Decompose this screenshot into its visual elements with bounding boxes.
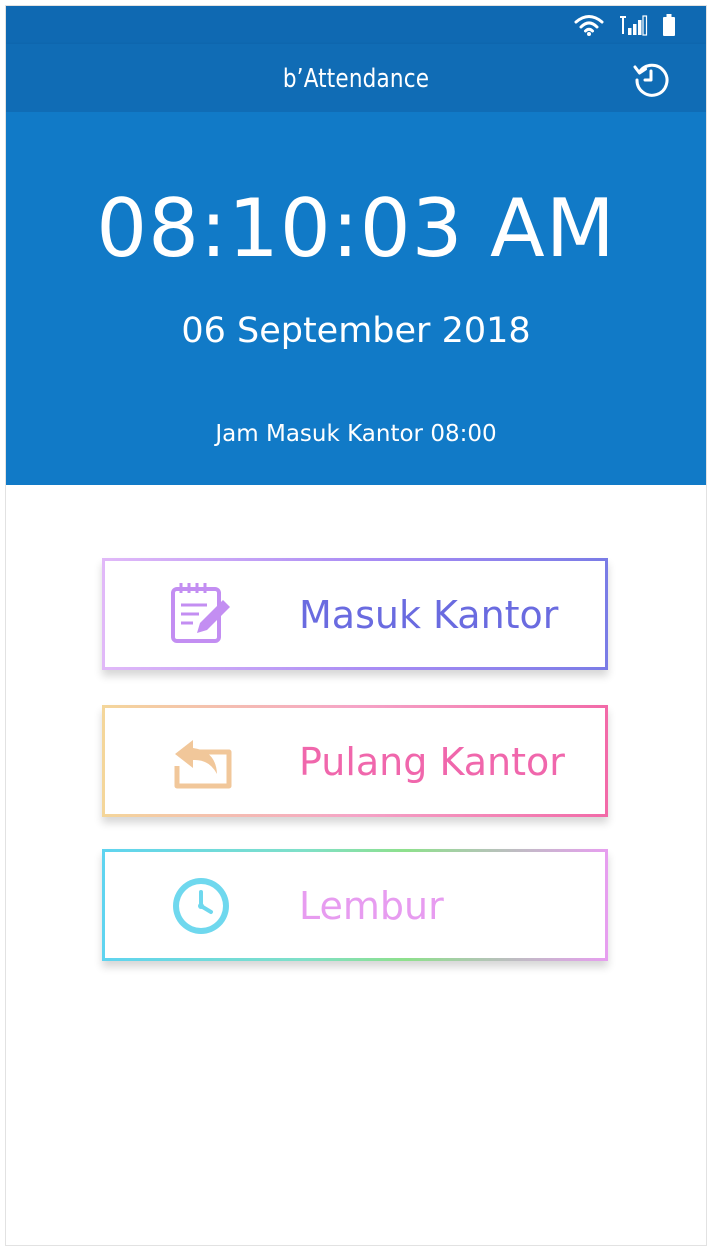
overtime-button[interactable]: Lembur	[102, 849, 608, 961]
check-out-button[interactable]: Pulang Kantor	[102, 705, 608, 817]
app-bar: b’Attendance	[6, 44, 706, 112]
app-title: b’Attendance	[282, 64, 430, 94]
clock-panel: 08:10:03 AM 06 September 2018 Jam Masuk …	[6, 112, 706, 485]
app-screen: b’Attendance 08:10:03 AM 06 September 20…	[5, 5, 707, 1246]
current-time: 08:10:03 AM	[96, 182, 616, 275]
office-hours-text: Jam Masuk Kantor 08:00	[215, 421, 497, 447]
signal-icon	[618, 14, 648, 40]
check-in-button[interactable]: Masuk Kantor	[102, 558, 608, 670]
notepad-edit-icon	[167, 579, 235, 647]
battery-icon	[662, 14, 676, 40]
check-in-label: Masuk Kantor	[299, 593, 559, 637]
overtime-label: Lembur	[299, 884, 444, 928]
clock-icon	[167, 870, 235, 938]
history-button[interactable]	[632, 60, 670, 98]
history-icon	[632, 63, 670, 102]
current-date: 06 September 2018	[181, 311, 531, 351]
return-arrow-icon	[167, 726, 235, 794]
wifi-icon	[574, 14, 604, 40]
status-bar	[6, 6, 706, 44]
check-out-label: Pulang Kantor	[299, 740, 565, 784]
